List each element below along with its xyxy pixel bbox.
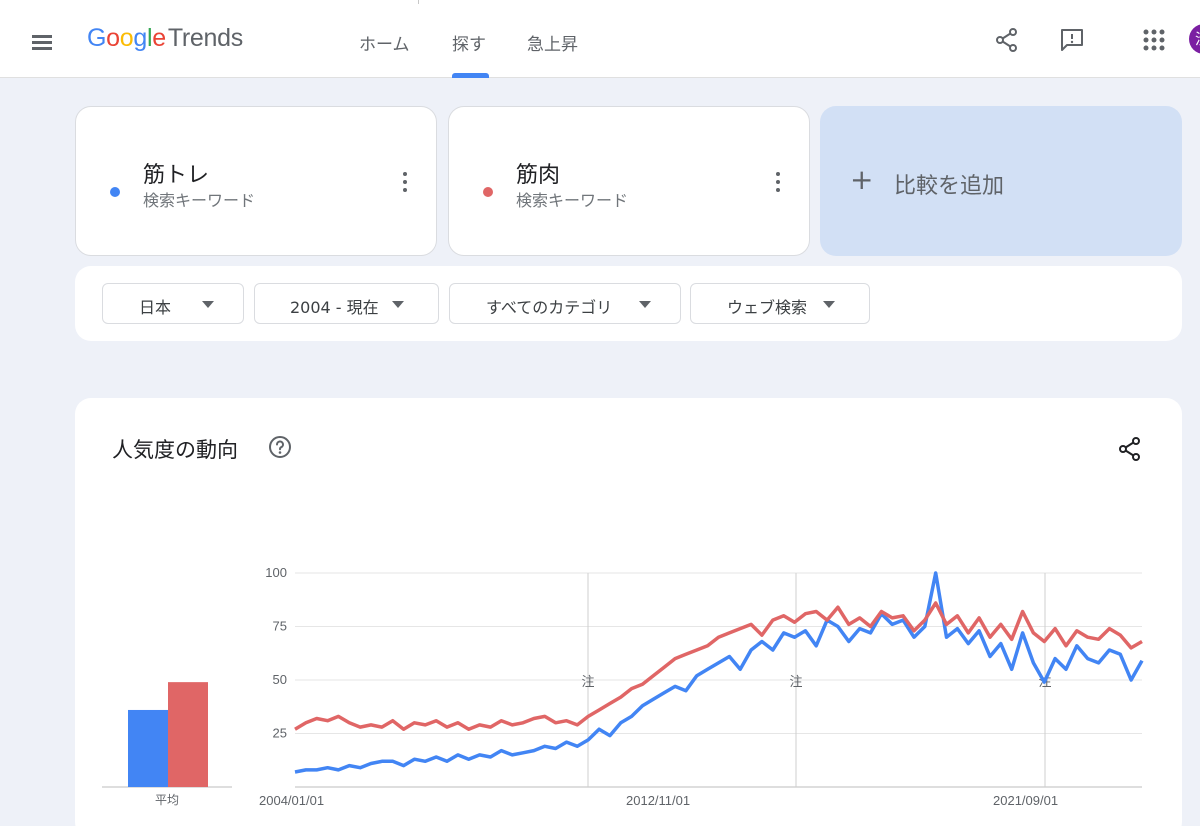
category-dropdown[interactable]: すべてのカテゴリ xyxy=(449,283,681,324)
term-type: 検索キーワード xyxy=(516,191,629,210)
time-range-dropdown[interactable]: 2004 - 現在 xyxy=(254,283,439,324)
y-tick-label: 75 xyxy=(273,619,287,634)
nav-explore[interactable]: 探す xyxy=(452,30,486,55)
x-tick-label: 2021/09/01 xyxy=(993,793,1059,808)
dropdown-arrow-icon xyxy=(202,301,214,308)
time-range-label: 2004 - 現在 xyxy=(290,298,379,317)
category-label: すべてのカテゴリ xyxy=(486,298,613,317)
nav-trending[interactable]: 急上昇 xyxy=(527,30,578,55)
term-name: 筋肉 xyxy=(516,163,561,188)
menu-icon[interactable] xyxy=(28,28,56,56)
nav-active-indicator xyxy=(452,73,489,78)
note-marker-label: 注 xyxy=(581,674,594,689)
term-color-dot xyxy=(110,187,120,197)
region-label: 日本 xyxy=(139,298,172,317)
term-color-dot xyxy=(483,187,493,197)
note-marker-label: 注 xyxy=(789,674,802,689)
google-trends-logo[interactable]: GoogleTrends xyxy=(87,24,243,53)
search-type-dropdown[interactable]: ウェブ検索 xyxy=(690,283,870,324)
plus-icon: + xyxy=(850,163,874,196)
trend-chart[interactable]: 255075100注注注 xyxy=(75,398,1182,826)
series-line-2 xyxy=(294,601,1143,731)
average-label: 平均 xyxy=(155,793,180,807)
y-tick-label: 100 xyxy=(265,565,287,580)
nav-home[interactable]: ホーム xyxy=(359,30,410,55)
browser-edge xyxy=(0,0,1200,4)
account-avatar[interactable]: 渋 xyxy=(1189,24,1200,54)
dropdown-arrow-icon xyxy=(823,301,835,308)
apps-grid-icon[interactable] xyxy=(1140,26,1168,54)
region-dropdown[interactable]: 日本 xyxy=(102,283,244,324)
y-tick-label: 25 xyxy=(273,726,287,741)
feedback-icon[interactable] xyxy=(1058,26,1086,54)
y-tick-label: 50 xyxy=(273,672,287,687)
interest-over-time-card: 人気度の動向 25 50 75 100 注注注 平均 2004/01/01 2012/1… xyxy=(75,398,1182,826)
series-line-1 xyxy=(294,571,1144,774)
x-tick-label: 2012/11/01 xyxy=(626,793,691,808)
more-vert-icon[interactable] xyxy=(399,169,411,195)
filter-bar: 日本 2004 - 現在 すべてのカテゴリ ウェブ検索 xyxy=(75,266,1182,341)
share-icon[interactable] xyxy=(993,26,1021,54)
average-bar-2 xyxy=(168,682,208,787)
search-type-label: ウェブ検索 xyxy=(727,298,808,317)
add-comparison-button[interactable]: + 比較を追加 xyxy=(820,106,1182,256)
average-bar-1 xyxy=(128,709,168,787)
x-tick-label: 2004/01/01 xyxy=(259,793,325,808)
add-comparison-label: 比較を追加 xyxy=(894,174,1005,199)
edge-divider xyxy=(418,0,419,4)
dropdown-arrow-icon xyxy=(639,301,651,308)
term-type: 検索キーワード xyxy=(143,191,256,210)
term-name: 筋トレ xyxy=(143,163,210,188)
term-card-2[interactable]: 筋肉 検索キーワード xyxy=(448,106,810,256)
more-vert-icon[interactable] xyxy=(772,169,784,195)
top-app-bar: GoogleTrends ホーム 探す 急上昇 渋 xyxy=(0,0,1200,78)
dropdown-arrow-icon xyxy=(392,301,404,308)
term-card-1[interactable]: 筋トレ 検索キーワード xyxy=(75,106,437,256)
